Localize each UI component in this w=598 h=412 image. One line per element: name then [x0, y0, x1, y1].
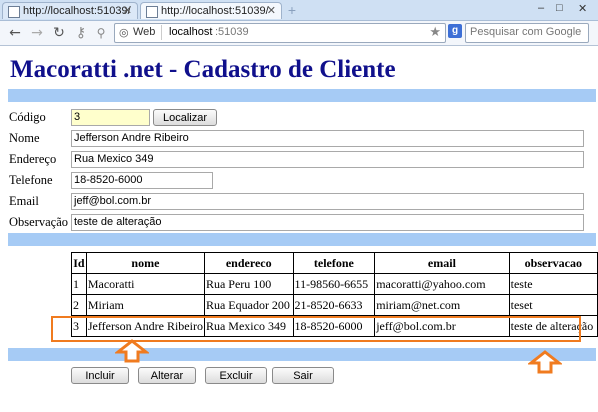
telefone-input[interactable]: 18-8520-6000: [71, 172, 213, 189]
browser-tab-bar: http://localhost:51039/ ✕ http://localho…: [0, 0, 598, 21]
close-tab-icon[interactable]: ✕: [123, 4, 132, 17]
close-tab-icon[interactable]: ✕: [267, 4, 276, 17]
close-window-icon[interactable]: ✕: [578, 2, 587, 15]
col-header-email: email: [374, 252, 510, 274]
cell-observacao: teste: [508, 273, 598, 295]
endereco-input[interactable]: Rua Mexico 349: [71, 151, 584, 168]
reload-icon[interactable]: ↻: [50, 24, 68, 42]
url-port: :51039: [215, 26, 249, 38]
table-header-row: Id nome endereco telefone email observac…: [71, 252, 598, 274]
key-icon[interactable]: ⚷: [72, 24, 90, 42]
codigo-label: Código: [9, 110, 46, 124]
cell-telefone: 11-98560-6655: [292, 273, 376, 295]
divider: [161, 25, 162, 40]
col-header-telefone: telefone: [292, 252, 376, 274]
cell-telefone: 21-8520-6633: [292, 294, 376, 316]
cell-observacao: teset: [508, 294, 598, 316]
col-header-observacao: observacao: [508, 252, 598, 274]
address-bar[interactable]: ◎ Web localhost :51039 ★: [114, 23, 446, 43]
cell-id: 2: [71, 294, 87, 316]
new-tab-icon[interactable]: +: [285, 3, 299, 17]
section-bar: [8, 233, 596, 246]
email-label: Email: [9, 194, 39, 208]
nome-input[interactable]: Jefferson Andre Ribeiro: [71, 130, 584, 147]
google-search-icon[interactable]: g: [448, 24, 462, 38]
nome-label: Nome: [9, 131, 40, 145]
up-arrow-icon: [115, 339, 149, 363]
header-bar: [8, 89, 596, 102]
tab-title: http://localhost:51039/: [161, 5, 269, 17]
cell-id: 1: [71, 273, 87, 295]
bookmark-star-icon[interactable]: ★: [429, 24, 441, 40]
browser-tab-active[interactable]: http://localhost:51039/ ✕: [140, 2, 282, 19]
footer-bar: [8, 348, 596, 361]
site-info-label: Web: [133, 26, 156, 38]
page-title: Macoratti .net - Cadastro de Cliente: [10, 56, 396, 83]
cell-email: macoratti@yahoo.com: [374, 273, 510, 295]
pin-icon[interactable]: ⚲: [92, 24, 110, 42]
sair-button[interactable]: Sair: [272, 367, 334, 384]
url-host: localhost: [169, 26, 213, 38]
col-header-endereco: endereco: [203, 252, 294, 274]
cell-endereco: Rua Peru 100: [203, 273, 294, 295]
cell-endereco: Rua Equador 200: [203, 294, 294, 316]
table-row[interactable]: 1 Macoratti Rua Peru 100 11-98560-6655 m…: [71, 273, 598, 295]
browser-tab[interactable]: http://localhost:51039/ ✕: [2, 2, 138, 19]
cell-nome: Miriam: [85, 294, 205, 316]
up-arrow-icon: [528, 350, 562, 374]
observacao-label: Observação: [9, 215, 68, 229]
cell-nome: Macoratti: [85, 273, 205, 295]
excluir-button[interactable]: Excluir: [205, 367, 267, 384]
minimize-icon[interactable]: –: [538, 2, 544, 14]
tab-title: http://localhost:51039/: [23, 5, 131, 17]
endereco-label: Endereço: [9, 152, 57, 166]
alterar-button[interactable]: Alterar: [138, 367, 196, 384]
page-icon: [8, 6, 20, 18]
search-placeholder: Pesquisar com Google: [470, 26, 582, 38]
browser-toolbar: ← → ↻ ⚷ ⚲ ◎ Web localhost :51039 ★ g Pes…: [0, 21, 598, 46]
col-header-nome: nome: [85, 252, 205, 274]
globe-icon: ◎: [119, 27, 129, 39]
localizar-button[interactable]: Localizar: [153, 109, 217, 126]
search-box[interactable]: Pesquisar com Google: [465, 23, 589, 43]
email-input[interactable]: jeff@bol.com.br: [71, 193, 584, 210]
telefone-label: Telefone: [9, 173, 53, 187]
forward-icon[interactable]: →: [28, 24, 46, 42]
back-icon[interactable]: ←: [6, 24, 24, 42]
maximize-icon[interactable]: □: [556, 2, 563, 14]
codigo-input[interactable]: 3: [71, 109, 150, 126]
observacao-input[interactable]: teste de alteração: [71, 214, 584, 231]
table-row[interactable]: 2 Miriam Rua Equador 200 21-8520-6633 mi…: [71, 294, 598, 316]
incluir-button[interactable]: Incluir: [71, 367, 129, 384]
cell-email: miriam@net.com: [374, 294, 510, 316]
page-icon: [146, 6, 158, 18]
col-header-id: Id: [71, 252, 87, 274]
